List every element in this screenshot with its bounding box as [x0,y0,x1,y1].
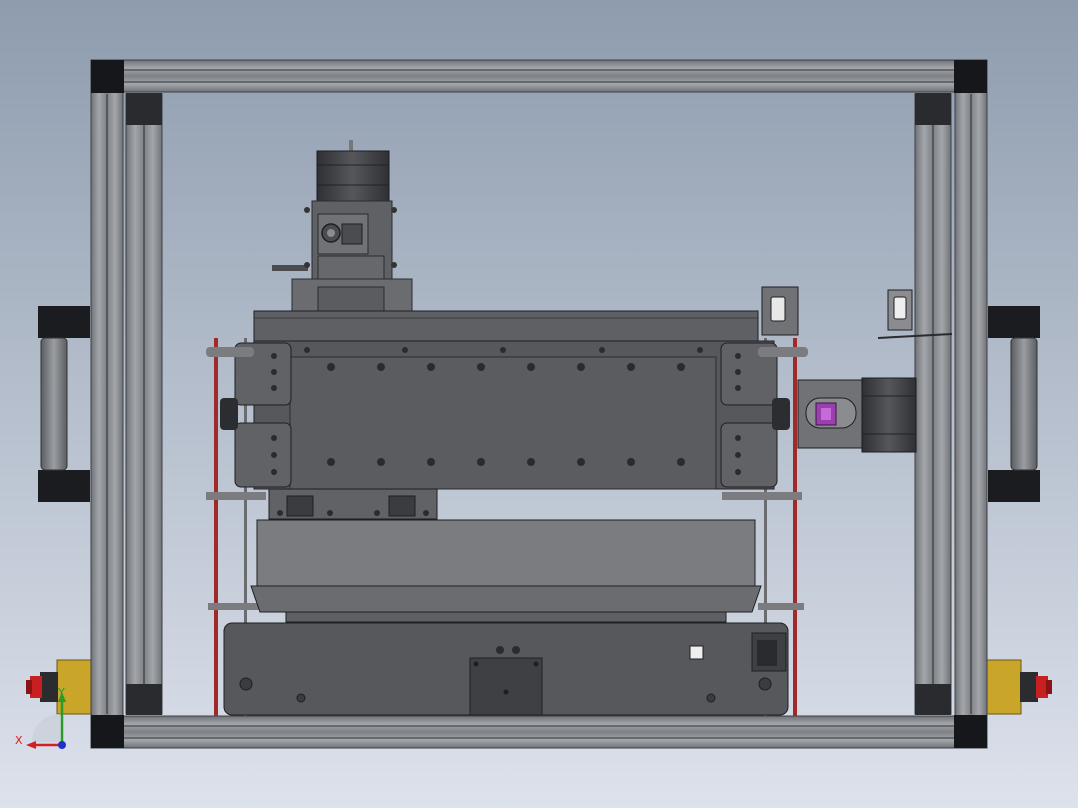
base-enclosure[interactable] [223,622,789,716]
carriage [268,488,438,520]
triad-x-label: X [15,734,23,747]
stepper-motor[interactable] [797,377,917,453]
cad-viewport[interactable]: Y X [0,0,1078,808]
tray[interactable] [250,519,762,623]
triad-y-label: Y [57,686,65,699]
